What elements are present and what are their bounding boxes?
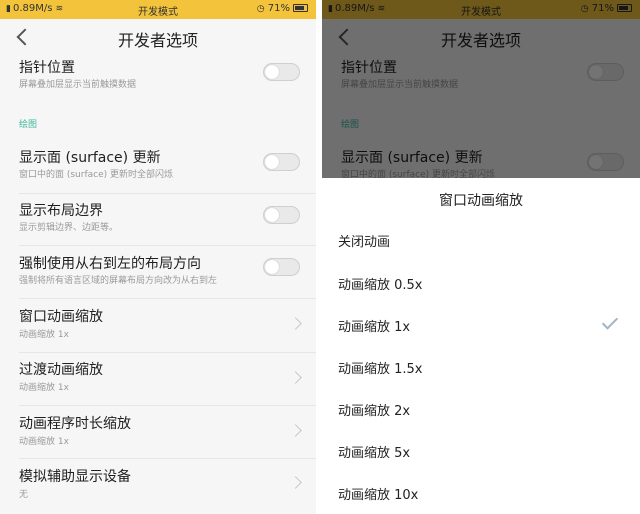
setting-value: 无	[19, 490, 29, 500]
chevron-right-icon	[289, 317, 302, 330]
pointer-location-toggle[interactable]	[263, 63, 300, 81]
setting-value: 动画缩放 1x	[19, 437, 69, 447]
setting-title: 模拟辅助显示设备	[19, 469, 131, 485]
toggle-knob	[265, 155, 279, 169]
option-scale-1x[interactable]: 动画缩放 1x	[322, 304, 640, 346]
setting-pointer-location[interactable]: 指针位置 屏幕叠加层显示当前触摸数据	[0, 55, 316, 99]
setting-title: 显示布局边界	[19, 203, 103, 219]
setting-window-animation-scale[interactable]: 窗口动画缩放 动画缩放 1x	[0, 300, 316, 352]
animation-scale-dialog: 窗口动画缩放 关闭动画 动画缩放 0.5x 动画缩放 1x 动画缩放 1.5x …	[322, 178, 640, 514]
setting-simulate-display[interactable]: 模拟辅助显示设备 无	[0, 460, 316, 514]
option-scale-0-5x[interactable]: 动画缩放 0.5x	[322, 262, 640, 304]
setting-show-layout-bounds[interactable]: 显示布局边界 显示剪辑边界、边距等。	[0, 195, 316, 245]
force-rtl-toggle[interactable]	[263, 258, 300, 276]
surface-updates-toggle[interactable]	[263, 153, 300, 171]
option-label: 动画缩放 1.5x	[338, 362, 423, 377]
checkmark-icon	[601, 313, 619, 330]
option-label: 动画缩放 1x	[338, 320, 411, 335]
toggle-knob	[265, 208, 279, 222]
toggle-knob	[265, 65, 279, 79]
alarm-icon: ◷	[256, 4, 265, 14]
chevron-right-icon	[289, 371, 302, 384]
setting-subtitle: 显示剪辑边界、边距等。	[19, 223, 119, 233]
divider	[19, 458, 316, 459]
setting-title: 过渡动画缩放	[19, 362, 103, 378]
setting-title: 指针位置	[19, 60, 75, 76]
divider	[19, 352, 316, 353]
toggle-knob	[265, 260, 279, 274]
setting-title: 显示面 (surface) 更新	[19, 150, 161, 166]
status-bar: ▮0.89M/s ≋ 开发模式 ◷ 71%	[0, 0, 316, 19]
option-scale-10x[interactable]: 动画缩放 10x	[322, 472, 640, 514]
dialog-scrim[interactable]	[322, 0, 640, 178]
setting-title: 强制使用从右到左的布局方向	[19, 256, 201, 272]
option-animation-off[interactable]: 关闭动画	[322, 219, 640, 261]
divider	[19, 405, 316, 406]
setting-subtitle: 强制将所有语言区域的屏幕布局方向改为从右到左	[19, 276, 218, 286]
battery-percent: 71%	[267, 3, 290, 14]
option-scale-1-5x[interactable]: 动画缩放 1.5x	[322, 346, 640, 388]
setting-transition-animation-scale[interactable]: 过渡动画缩放 动画缩放 1x	[0, 354, 316, 406]
option-label: 关闭动画	[338, 235, 391, 250]
option-scale-2x[interactable]: 动画缩放 2x	[322, 388, 640, 430]
option-label: 动画缩放 5x	[338, 446, 411, 461]
setting-subtitle: 屏幕叠加层显示当前触摸数据	[19, 80, 137, 90]
setting-title: 动画程序时长缩放	[19, 416, 131, 432]
battery-icon	[293, 4, 308, 12]
page-title: 开发者选项	[117, 31, 198, 50]
setting-title: 窗口动画缩放	[19, 309, 103, 325]
divider	[19, 193, 316, 194]
developer-options-screen: ▮ 0.89M/s ≋ 开发模式 ◷ 71% 开发者选项 指针位置 屏幕叠加层显示…	[0, 0, 316, 514]
setting-subtitle: 窗口中的面 (surface) 更新时全部闪烁	[19, 170, 174, 180]
setting-value: 动画缩放 1x	[19, 330, 69, 340]
setting-force-rtl[interactable]: 强制使用从右到左的布局方向 强制将所有语言区域的屏幕布局方向改为从右到左	[0, 247, 316, 297]
divider	[19, 298, 316, 299]
setting-show-surface-updates[interactable]: 显示面 (surface) 更新 窗口中的面 (surface) 更新时全部闪烁	[0, 141, 316, 189]
section-header-drawing: 绘图	[19, 120, 38, 130]
chevron-right-icon	[289, 476, 302, 489]
nav-bar: 开发者选项	[0, 19, 316, 55]
option-label: 动画缩放 0.5x	[338, 278, 423, 293]
option-label: 动画缩放 2x	[338, 404, 411, 419]
option-scale-5x[interactable]: 动画缩放 5x	[322, 430, 640, 472]
chevron-right-icon	[289, 424, 302, 437]
developer-options-screen-with-dialog: ▮0.89M/s ≋ 开发模式 ◷ 71% 开发者选项 指针位置 屏幕叠加层显示…	[322, 0, 640, 514]
dialog-title: 窗口动画缩放	[439, 193, 523, 209]
divider	[19, 245, 316, 246]
setting-value: 动画缩放 1x	[19, 383, 69, 393]
setting-animator-duration-scale[interactable]: 动画程序时长缩放 动画缩放 1x	[0, 407, 316, 459]
option-label: 动画缩放 10x	[338, 488, 419, 503]
layout-bounds-toggle[interactable]	[263, 206, 300, 224]
